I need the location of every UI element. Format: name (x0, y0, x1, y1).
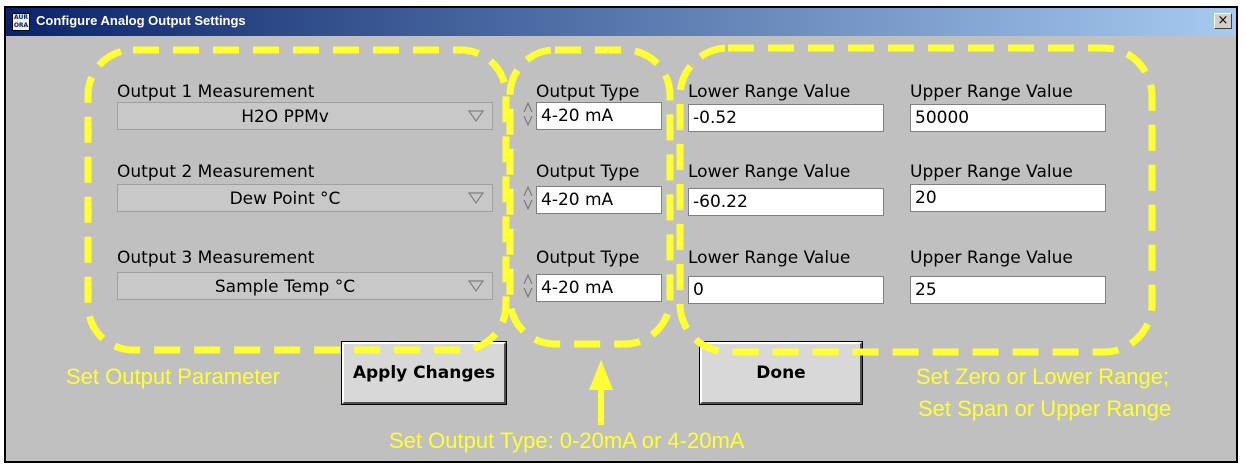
annotation-set-span: Set Span or Upper Range (918, 396, 1172, 421)
up-arrow-icon (589, 360, 613, 425)
annotation-set-output-type: Set Output Type: 0-20mA or 4-20mA (389, 428, 745, 453)
annotation-set-output-parameter: Set Output Parameter (66, 364, 280, 389)
output-type-highlight (506, 46, 674, 348)
range-values-highlight (676, 44, 1156, 356)
output-parameter-highlight (84, 46, 510, 354)
annotation-set-zero: Set Zero or Lower Range; (916, 364, 1170, 389)
